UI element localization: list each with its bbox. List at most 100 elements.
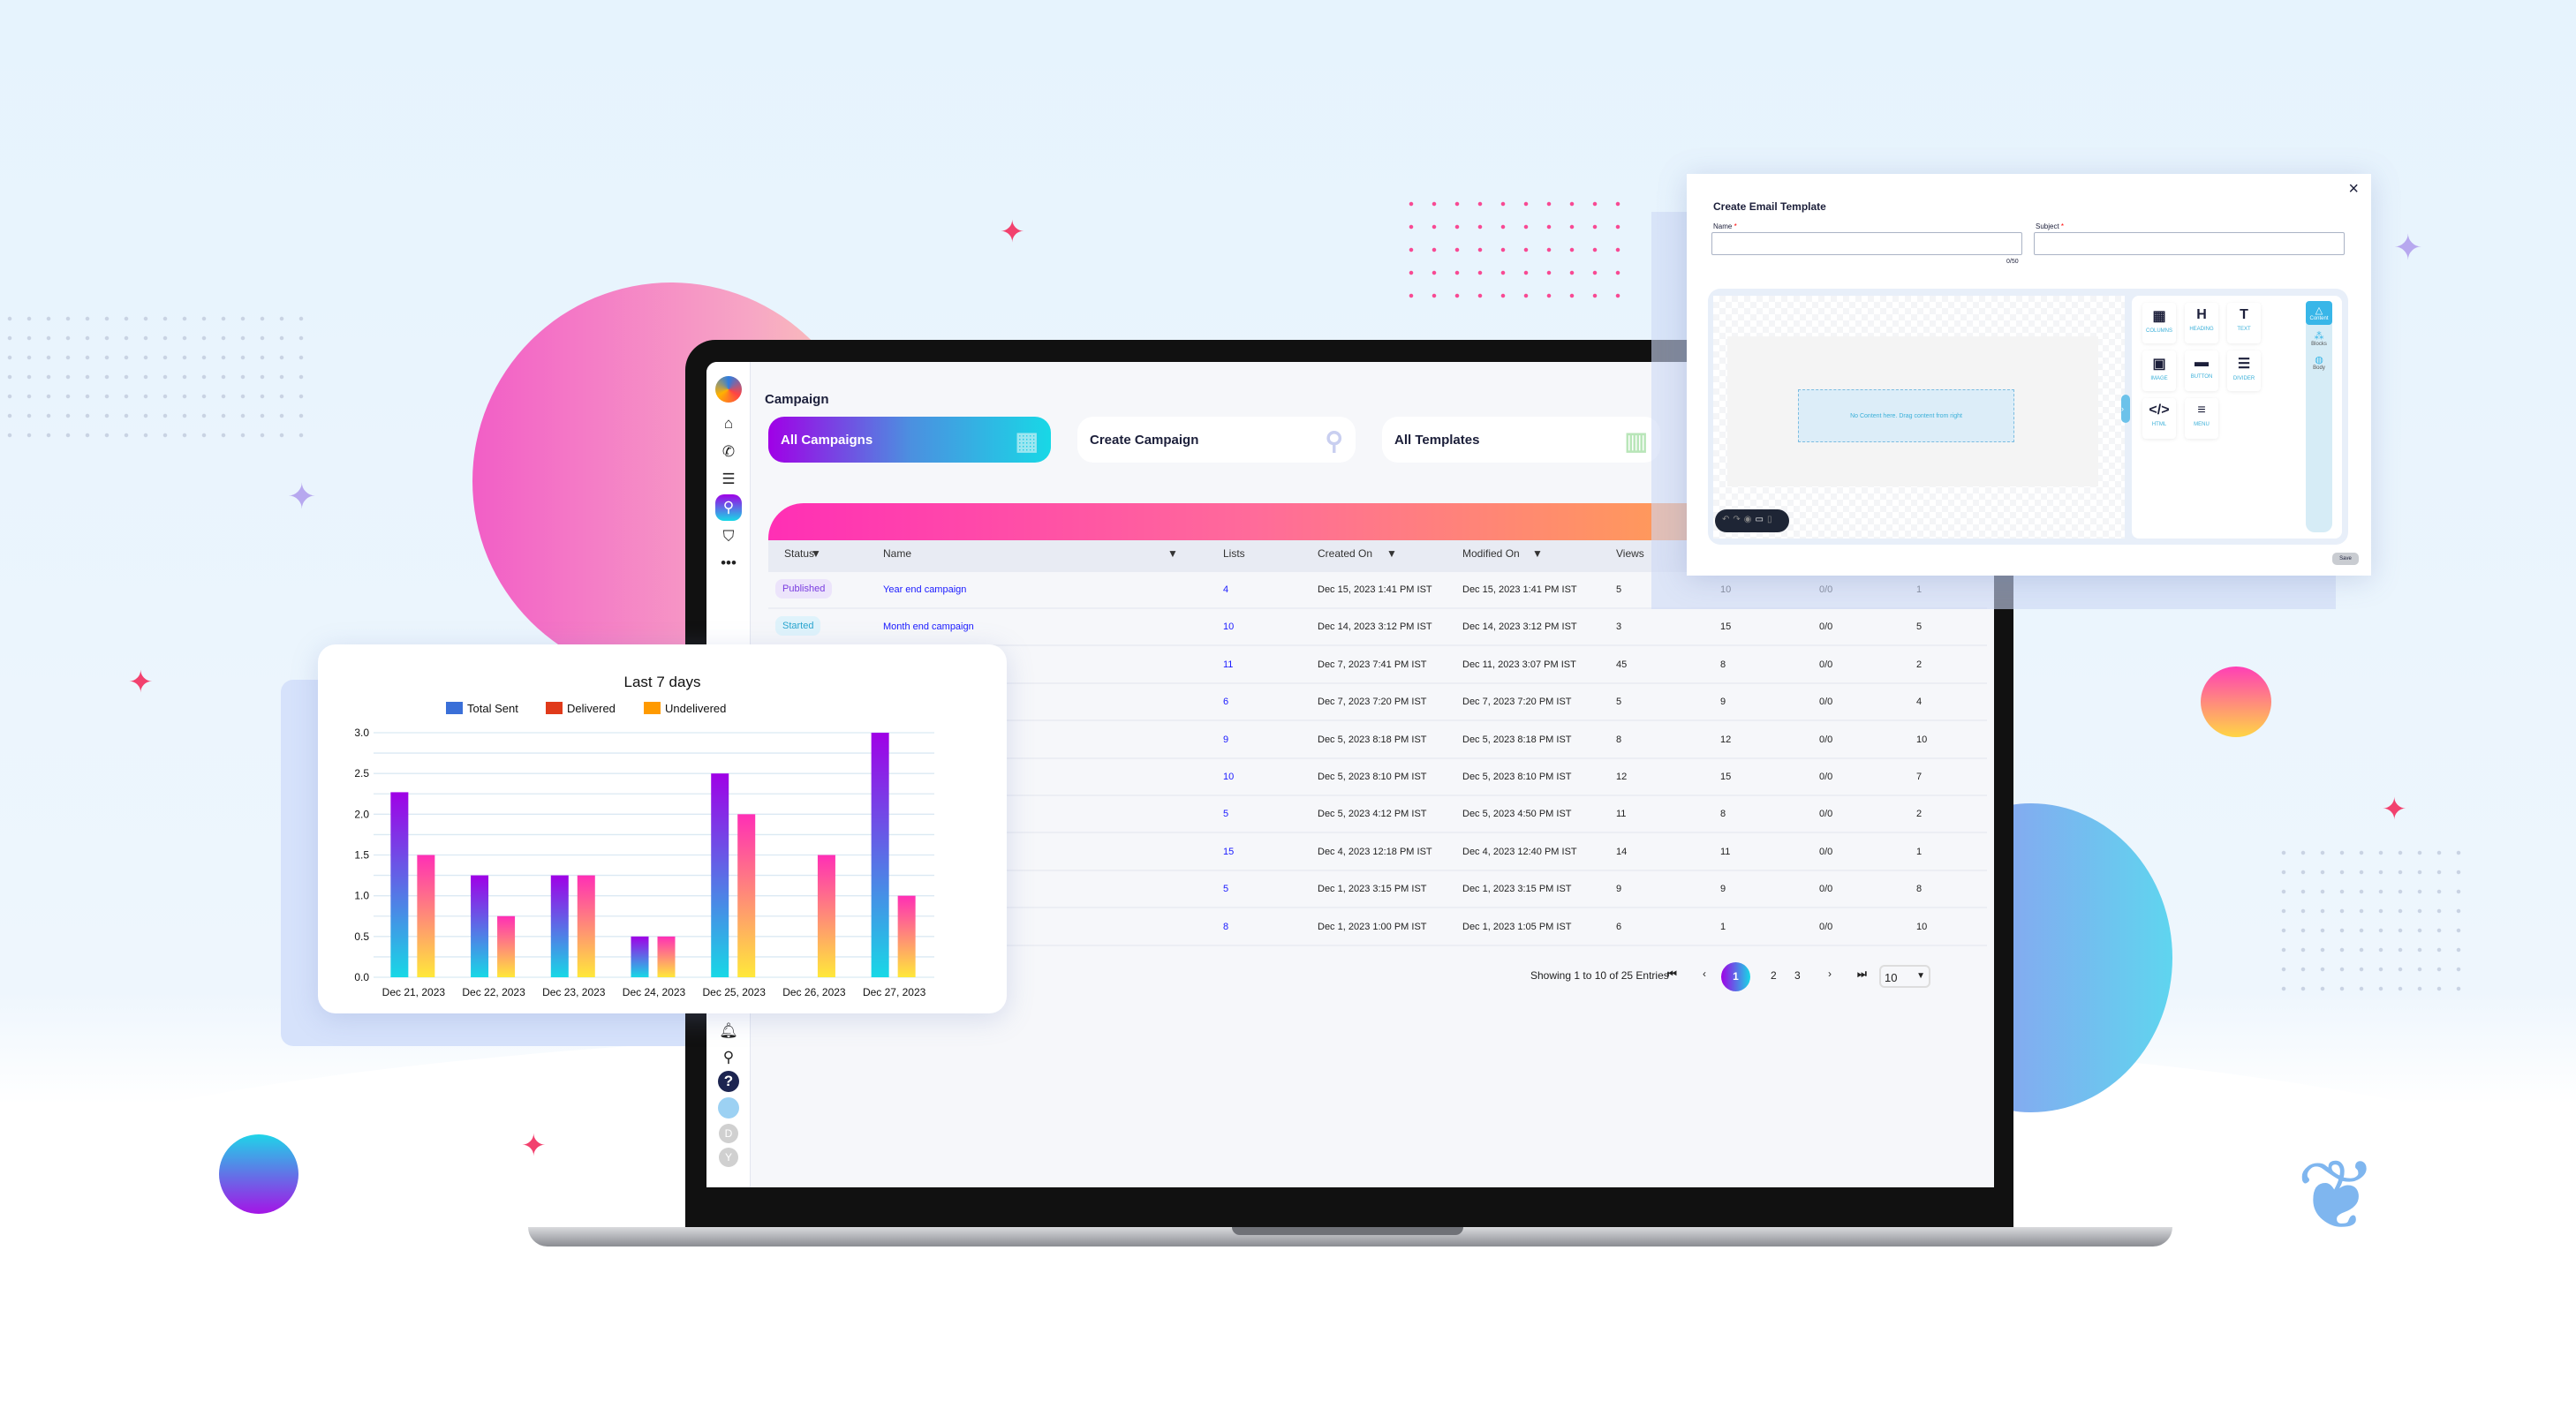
table-cell[interactable]: 10	[1223, 621, 1234, 632]
table-cell[interactable]: 9	[1223, 734, 1228, 745]
prev-page-icon[interactable]: ‹	[1703, 968, 1706, 980]
campaign-name-link[interactable]: Month end campaign	[883, 621, 974, 632]
label-text: Subject	[2036, 222, 2059, 230]
close-icon[interactable]: ×	[2348, 179, 2359, 200]
redo-icon[interactable]: ↷	[1733, 515, 1743, 524]
page-size-select[interactable]: 10 ▼	[1879, 965, 1930, 988]
header-name[interactable]: Name	[883, 547, 911, 560]
avatar-d[interactable]: D	[719, 1124, 738, 1143]
table-cell[interactable]: 6	[1223, 697, 1228, 707]
columns-icon: ▦	[2152, 309, 2166, 324]
filter-icon[interactable]: ▼	[1532, 547, 1543, 560]
bar-delivered	[817, 855, 835, 977]
table-cell: 3	[1616, 621, 1622, 633]
table-cell: 2	[1916, 659, 1923, 670]
header-status[interactable]: Status	[784, 547, 814, 560]
undo-icon[interactable]: ↶	[1722, 515, 1733, 524]
tool-html[interactable]: </> HTML	[2142, 398, 2176, 439]
name-label: Name *	[1713, 222, 1737, 230]
avatar-y[interactable]: Y	[719, 1148, 738, 1167]
search-icon[interactable]: ⚲	[715, 1044, 742, 1071]
table-cell: Dec 1, 2023 1:00 PM IST	[1318, 921, 1427, 932]
editor-canvas[interactable]: No Content here. Drag content from right…	[1713, 296, 2125, 539]
tab-create-campaign[interactable]: Create Campaign ⚲	[1077, 417, 1356, 463]
table-cell[interactable]: 5	[1223, 884, 1228, 894]
bar-delivered	[497, 915, 516, 977]
table-cell: Dec 7, 2023 7:20 PM IST	[1462, 697, 1572, 708]
table-cell: Dec 11, 2023 3:07 PM IST	[1462, 659, 1576, 670]
filter-icon[interactable]: ▼	[1386, 547, 1397, 560]
table-cell: 0/0	[1819, 734, 1833, 745]
tool-columns[interactable]: ▦ COLUMNS	[2142, 303, 2176, 343]
collapse-panel-icon[interactable]: ›	[2121, 395, 2130, 423]
tab-all-campaigns[interactable]: All Campaigns ▦	[768, 417, 1051, 463]
table-row[interactable]: Started Month end campaign 10 Dec 14, 2023 …	[768, 609, 1987, 647]
filter-icon[interactable]: ▼	[1167, 547, 1178, 560]
tab-all-templates[interactable]: All Templates ▥	[1382, 417, 1660, 463]
drop-zone[interactable]: No Content here. Drag content from right	[1798, 389, 2014, 442]
header-modified-on[interactable]: Modified On	[1462, 547, 1520, 560]
table-cell: Dec 1, 2023 1:05 PM IST	[1462, 921, 1572, 932]
mobile-icon[interactable]: ▯	[1767, 515, 1776, 524]
x-tick-label: Dec 25, 2023	[703, 986, 767, 998]
phone-icon[interactable]: ✆	[715, 439, 742, 465]
table-cell: 0/0	[1819, 884, 1833, 895]
table-cell: Dec 5, 2023 4:50 PM IST	[1462, 809, 1572, 820]
home-icon[interactable]: ⌂	[715, 410, 742, 437]
tab-body[interactable]: ◍ Body	[2306, 352, 2332, 373]
bar-total-sent	[871, 733, 889, 977]
table-cell[interactable]: 11	[1223, 659, 1233, 670]
campaign-rocket-icon[interactable]: ⚲	[715, 494, 742, 521]
table-cell[interactable]: 10	[1223, 772, 1234, 782]
sparkle-icon: ✦	[2382, 793, 2407, 826]
subject-input[interactable]	[2034, 232, 2345, 255]
save-button[interactable]: Save	[2332, 553, 2359, 565]
header-created-on[interactable]: Created On	[1318, 547, 1372, 560]
page-2-button[interactable]: 2	[1771, 969, 1777, 982]
table-cell[interactable]: 5	[1223, 809, 1228, 819]
legend-swatch	[644, 702, 661, 714]
bell-icon[interactable]: 🔔︎	[715, 1018, 742, 1044]
page-3-button[interactable]: 3	[1794, 969, 1801, 982]
table-cell: Dec 14, 2023 3:12 PM IST	[1318, 621, 1432, 633]
bar-total-sent	[471, 875, 489, 977]
table-cell[interactable]: 8	[1223, 922, 1228, 932]
help-icon[interactable]: ?	[718, 1071, 739, 1092]
tool-label: IMAGE	[2150, 376, 2168, 381]
preview-eye-icon[interactable]: ◉	[1744, 515, 1756, 524]
campaign-name-link[interactable]: Year end campaign	[883, 584, 966, 595]
name-input[interactable]	[1711, 232, 2022, 255]
first-page-icon[interactable]: ⏮	[1667, 968, 1677, 981]
filter-icon[interactable]: ▼	[811, 547, 821, 560]
tool-divider[interactable]: ☰ DIVIDER	[2227, 350, 2261, 391]
divider-icon: ☰	[2237, 357, 2251, 372]
table-cell[interactable]: 4	[1223, 584, 1228, 595]
table-cell: 0/0	[1819, 621, 1833, 633]
table-cell: 6	[1616, 921, 1622, 932]
table-cell: 45	[1616, 659, 1628, 670]
tool-menu[interactable]: ≡ MENU	[2185, 398, 2218, 439]
list-icon[interactable]: ☰	[715, 466, 742, 493]
tool-text[interactable]: T TEXT	[2227, 303, 2261, 343]
desktop-icon[interactable]: ▭	[1756, 515, 1767, 524]
bar-total-sent	[550, 875, 569, 977]
x-tick-label: Dec 23, 2023	[542, 986, 606, 998]
more-icon[interactable]: •••	[715, 550, 742, 576]
chart-title: Last 7 days	[624, 674, 701, 690]
bar-delivered	[417, 855, 435, 977]
last-page-icon[interactable]: ⏭	[1857, 968, 1867, 981]
palette-icon: ◍	[2315, 355, 2323, 365]
table-cell: Dec 14, 2023 3:12 PM IST	[1462, 621, 1577, 633]
table-cell: 0/0	[1819, 697, 1833, 708]
shield-icon[interactable]: ⛉	[715, 523, 742, 550]
tool-heading[interactable]: H HEADING	[2185, 303, 2218, 343]
tool-image[interactable]: ▣ IMAGE	[2142, 350, 2176, 391]
page-1-button[interactable]: 1	[1721, 962, 1750, 991]
tab-content[interactable]: △ Content	[2306, 301, 2332, 325]
avatar[interactable]	[718, 1097, 739, 1118]
decor-orb	[219, 1134, 298, 1214]
table-cell[interactable]: 15	[1223, 847, 1234, 857]
tab-blocks[interactable]: ⁂ Blocks	[2306, 325, 2332, 352]
tool-button[interactable]: ▬ BUTTON	[2185, 350, 2218, 391]
next-page-icon[interactable]: ›	[1828, 968, 1832, 980]
